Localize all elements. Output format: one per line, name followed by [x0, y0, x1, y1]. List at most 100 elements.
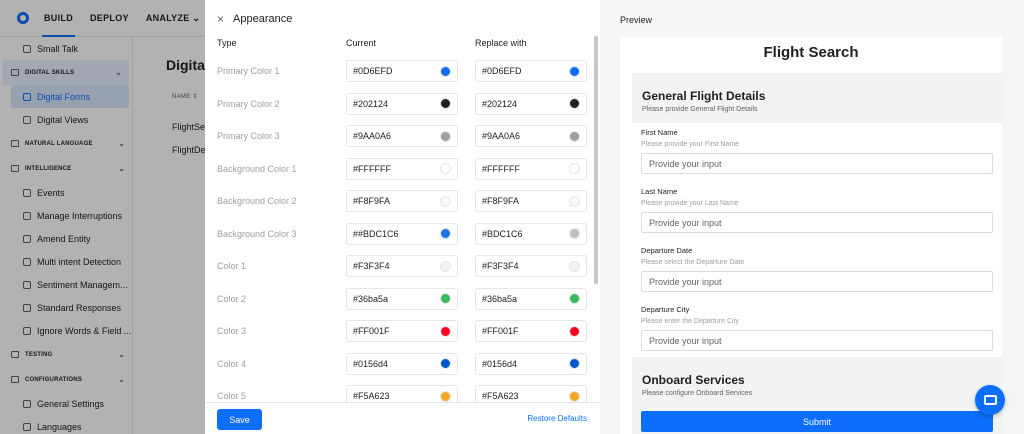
color-swatch-icon[interactable]	[569, 260, 580, 272]
color-hex-value: #0D6EFD	[353, 66, 393, 76]
scrollbar[interactable]	[594, 36, 598, 284]
color-swatch-icon[interactable]	[440, 195, 451, 207]
header-replace: Replace with	[475, 38, 527, 48]
preview-label: Preview	[620, 15, 653, 25]
replace-color-field[interactable]: #0156d4	[475, 352, 587, 375]
color-hex-value: #FFFFFF	[353, 163, 391, 174]
color-hex-value: #36ba5a	[353, 293, 389, 304]
text-input[interactable]: Provide your input	[641, 330, 993, 351]
color-hex-value: #F8F9FA	[353, 196, 391, 206]
current-color-field: #36ba5a	[346, 287, 458, 310]
color-type-label: Background Color 3	[217, 228, 297, 239]
panel-title: Appearance	[233, 13, 293, 25]
modal-backdrop[interactable]	[0, 0, 205, 434]
replace-color-field[interactable]: #202124	[475, 92, 587, 115]
color-hex-value: #F3F3F4	[482, 261, 519, 271]
color-swatch-icon[interactable]	[569, 228, 580, 239]
color-swatch-icon[interactable]	[440, 130, 451, 142]
color-hex-value: #36ba5a	[482, 293, 518, 304]
field-help-text: Please provide your First Name	[641, 141, 740, 148]
color-row: Color 3 #FF001F #FF001F	[205, 320, 600, 345]
color-hex-value: ##BDC1C6	[353, 228, 399, 239]
color-swatch-icon[interactable]	[440, 390, 451, 402]
color-hex-value: #202124	[482, 98, 518, 109]
current-color-field: #9AA0A6	[346, 125, 458, 147]
field-help-text: Please select the Departure Date	[641, 259, 745, 266]
color-swatch-icon[interactable]	[440, 65, 451, 77]
color-swatch-icon[interactable]	[440, 98, 451, 109]
color-hex-value: #FFFFFF	[482, 163, 520, 174]
form-preview: Flight Search General Flight Details Ple…	[620, 37, 1002, 434]
color-hex-value: #0D6EFD	[482, 66, 522, 76]
color-type-label: Primary Color 3	[217, 131, 280, 141]
header-current: Current	[346, 38, 377, 48]
color-row: Color 1 #F3F3F4 #F3F3F4	[205, 255, 600, 280]
color-swatch-icon[interactable]	[440, 293, 451, 304]
color-row: Color 4 #0156d4 #0156d4	[205, 352, 600, 378]
color-hex-value: #FF001F	[353, 326, 390, 336]
field-label: First Name	[641, 128, 678, 137]
replace-color-field[interactable]: #FFFFFF	[475, 157, 587, 180]
color-swatch-icon[interactable]	[569, 98, 580, 109]
color-type-label: Color 1	[217, 261, 247, 271]
color-swatch-icon[interactable]	[440, 163, 451, 174]
replace-color-field[interactable]: #36ba5a	[475, 287, 587, 310]
color-hex-value: #BDC1C6	[482, 228, 523, 239]
color-swatch-icon[interactable]	[569, 195, 580, 207]
color-row: Background Color 3 ##BDC1C6 #BDC1C6	[205, 222, 600, 248]
current-color-field: #F8F9FA	[346, 190, 458, 212]
chat-icon[interactable]	[975, 385, 1005, 415]
text-input[interactable]: Provide your input	[641, 271, 993, 292]
close-icon[interactable]: ×	[217, 12, 224, 26]
restore-defaults-link[interactable]: Restore Defaults	[527, 414, 587, 423]
color-swatch-icon[interactable]	[569, 358, 580, 369]
color-swatch-icon[interactable]	[440, 325, 451, 337]
replace-color-field[interactable]: #0D6EFD	[475, 60, 587, 82]
field-help-text: Please provide your Last Name	[641, 200, 739, 207]
color-swatch-icon[interactable]	[569, 163, 580, 174]
panel-footer: Save Restore Defaults	[205, 402, 600, 434]
text-input[interactable]: Provide your input	[641, 153, 993, 174]
color-swatch-icon[interactable]	[569, 293, 580, 304]
replace-color-field[interactable]: #9AA0A6	[475, 125, 587, 147]
color-swatch-icon[interactable]	[569, 130, 580, 142]
color-hex-value: #0156d4	[353, 358, 389, 369]
text-input[interactable]: Provide your input	[641, 212, 993, 233]
submit-button[interactable]: Submit	[641, 411, 993, 432]
color-hex-value: #F5A623	[353, 391, 390, 401]
chat-bubble-icon	[983, 395, 997, 405]
save-button[interactable]: Save	[217, 409, 262, 430]
preview-pane: Preview Flight Search General Flight Det…	[600, 0, 1024, 434]
current-color-field: #FFFFFF	[346, 157, 458, 180]
color-type-label: Primary Color 1	[217, 66, 280, 76]
color-type-label: Color 5	[217, 391, 247, 401]
color-swatch-icon[interactable]	[569, 390, 580, 402]
section-general-flight-details: General Flight Details Please provide Ge…	[632, 73, 1002, 123]
color-row: Background Color 2 #F8F9FA #F8F9FA	[205, 190, 600, 215]
replace-color-field[interactable]: #BDC1C6	[475, 222, 587, 245]
replace-color-field[interactable]: #FF001F	[475, 320, 587, 342]
header-type: Type	[217, 38, 237, 48]
color-row: Background Color 1 #FFFFFF #FFFFFF	[205, 157, 600, 183]
color-hex-value: #202124	[353, 98, 389, 109]
current-color-field: #0156d4	[346, 352, 458, 375]
color-swatch-icon[interactable]	[569, 65, 580, 77]
color-type-label: Color 2	[217, 293, 247, 304]
field-label: Last Name	[641, 187, 678, 196]
color-row: Primary Color 3 #9AA0A6 #9AA0A6	[205, 125, 600, 150]
color-hex-value: #9AA0A6	[482, 131, 521, 141]
panel-header: × Appearance	[217, 12, 292, 26]
section-subtitle: Please configure Onboard Services	[642, 390, 753, 397]
form-title: Flight Search	[763, 44, 859, 61]
color-swatch-icon[interactable]	[440, 358, 451, 369]
color-swatch-icon[interactable]	[569, 325, 580, 337]
color-row: Primary Color 1 #0D6EFD #0D6EFD	[205, 60, 600, 85]
color-hex-value: #F5A623	[482, 391, 519, 401]
color-swatch-icon[interactable]	[440, 260, 451, 272]
section-title: General Flight Details	[642, 89, 766, 103]
replace-color-field[interactable]: #F8F9FA	[475, 190, 587, 212]
color-swatch-icon[interactable]	[440, 228, 451, 239]
replace-color-field[interactable]: #F3F3F4	[475, 255, 587, 277]
field-help-text: Please enter the Departure City	[641, 318, 740, 325]
color-type-label: Color 4	[217, 358, 247, 369]
